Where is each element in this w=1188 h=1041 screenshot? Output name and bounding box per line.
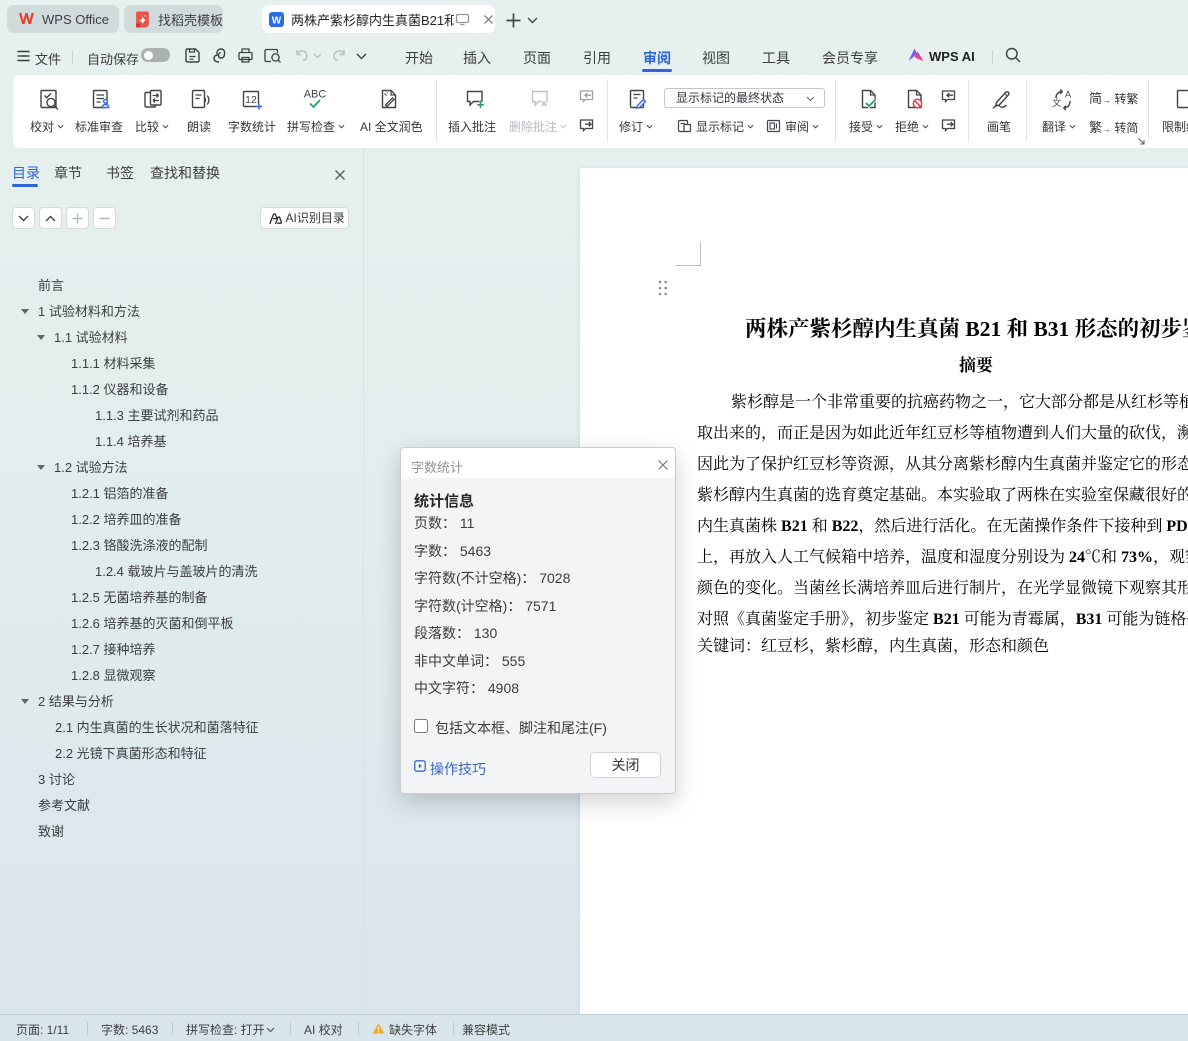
svg-text:12: 12 <box>245 94 257 106</box>
svg-text:文: 文 <box>1052 96 1061 109</box>
svg-text:W: W <box>272 15 282 26</box>
svg-text:ABC: ABC <box>304 89 327 101</box>
svg-text:A: A <box>1065 90 1072 101</box>
